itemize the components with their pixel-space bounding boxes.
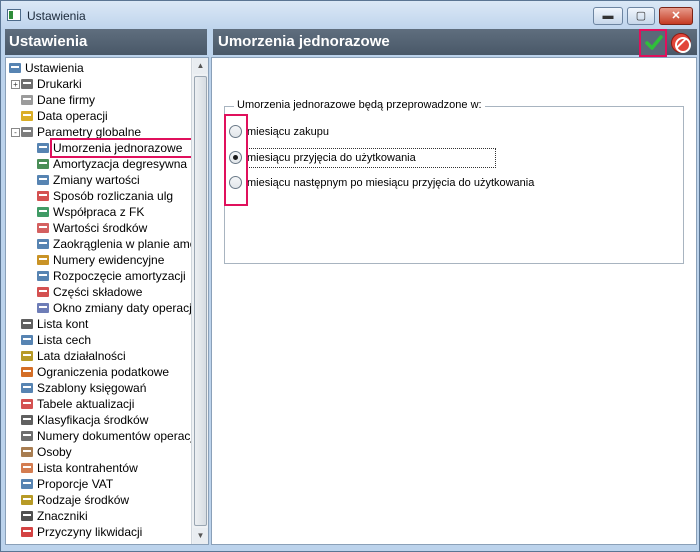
page-title: Umorzenia jednorazowe — [213, 29, 697, 55]
radio-label: miesiącu następnym po miesiącu przyjęcia… — [247, 177, 535, 189]
contractors-icon — [21, 463, 33, 473]
tree-item-label: Wartości środków — [53, 221, 148, 235]
maximize-button[interactable]: ▢ — [627, 7, 655, 25]
years-icon — [21, 351, 33, 361]
calendar-grid-icon — [37, 191, 49, 201]
tree-item-label: Części składowe — [53, 285, 143, 299]
settings-content-panel: Umorzenia jednorazowe będą przeprowadzon… — [211, 57, 697, 545]
tree-item-label: Szablony księgowań — [37, 381, 147, 395]
settings-window: Ustawienia ▬ ▢ ✕ Ustawienia Umorzenia je… — [0, 0, 700, 552]
settings-tree: Ustawienia + Drukarki Dane firmy Data operac… — [5, 57, 209, 545]
update-table-icon — [21, 399, 33, 409]
expand-icon[interactable]: + — [11, 80, 20, 89]
tree-item-label: Data operacji — [37, 109, 108, 123]
tree-panel-header: Ustawienia — [5, 29, 207, 55]
tree-item-label: Osoby — [37, 445, 72, 459]
calendar-icon — [21, 111, 33, 121]
selected-item-highlight — [50, 138, 208, 158]
person-icon — [21, 447, 33, 457]
title-bar[interactable]: Ustawienia ▬ ▢ ✕ — [1, 1, 699, 29]
tax-icon — [21, 367, 33, 377]
list-icon — [21, 319, 33, 329]
tree-item-label: Sposób rozliczania ulg — [53, 189, 174, 203]
chart-change-icon — [37, 175, 49, 185]
tree-item-label: Rodzaje środków — [37, 493, 130, 507]
tools-icon — [9, 63, 21, 73]
calculator-icon — [37, 143, 49, 153]
tag-icon — [21, 335, 33, 345]
parameters-icon — [21, 127, 33, 137]
tree-item-label: Lista cech — [37, 333, 92, 347]
tree-item-label: Zaokrąglenia w planie amor — [53, 237, 201, 251]
tree-item-label: Znaczniki — [37, 509, 88, 523]
groupbox-legend: Umorzenia jednorazowe będą przeprowadzon… — [234, 99, 485, 111]
rounding-icon — [37, 239, 49, 249]
money-icon — [37, 223, 49, 233]
template-icon — [21, 383, 33, 393]
close-button[interactable]: ✕ — [659, 7, 693, 25]
tree-item-label: Zmiany wartości — [53, 173, 140, 187]
classification-icon — [21, 415, 33, 425]
tree-item-label: Dane firmy — [37, 93, 96, 107]
numbering-icon — [37, 255, 49, 265]
scroll-up-arrow-icon[interactable]: ▲ — [193, 58, 208, 74]
window-title: Ustawienia — [27, 9, 86, 23]
tree-item-label: Współpraca z FK — [53, 205, 145, 219]
minimize-button[interactable]: ▬ — [593, 7, 623, 25]
checkmark-icon — [645, 35, 663, 50]
tree-item-label: Przyczyny likwidacji — [37, 525, 143, 539]
tree-scrollbar[interactable]: ▲ ▼ — [191, 58, 208, 544]
cancel-button[interactable] — [671, 33, 691, 53]
fk-icon — [37, 207, 49, 217]
app-icon — [7, 9, 21, 21]
tree-item-label: Proporcje VAT — [37, 477, 114, 491]
radio-group-highlight — [224, 114, 248, 206]
tree-item-label: Amortyzacja degresywna — [53, 157, 188, 171]
tree-item-label: Tabele aktualizacji — [37, 397, 135, 411]
radio-label: miesiącu zakupu — [247, 126, 329, 138]
doc-number-icon — [21, 431, 33, 441]
scrollbar-thumb[interactable] — [194, 76, 207, 526]
tree-item-label: Ograniczenia podatkowe — [37, 365, 170, 379]
confirm-button[interactable] — [639, 29, 667, 57]
liquidation-icon — [21, 527, 33, 537]
tree-item-label: Ustawienia — [25, 61, 84, 75]
tree-item-label: Okno zmiany daty operacji — [53, 301, 195, 315]
document-icon — [21, 95, 33, 105]
flag-icon — [21, 511, 33, 521]
people-icon — [37, 159, 49, 169]
date-change-icon — [37, 303, 49, 313]
radio-label: miesiącu przyjęcia do użytkowania — [247, 152, 416, 164]
vat-icon — [21, 479, 33, 489]
tree-item-label: Rozpoczęcie amortyzacji — [53, 269, 186, 283]
tree-item-label: Numery dokumentów operacji — [37, 429, 196, 443]
bar-chart-icon — [37, 271, 49, 281]
tree-item-label: Drukarki — [37, 77, 82, 91]
tree-item-label: Klasyfikacja środków — [37, 413, 149, 427]
parts-icon — [37, 287, 49, 297]
tree-item-label: Lista kontrahentów — [37, 461, 138, 475]
printer-icon — [21, 79, 33, 89]
asset-types-icon — [21, 495, 33, 505]
scroll-down-arrow-icon[interactable]: ▼ — [193, 528, 208, 544]
tree-item-label: Lista kont — [37, 317, 89, 331]
collapse-icon[interactable]: - — [11, 128, 20, 137]
tree-item-label: Lata działalności — [37, 349, 126, 363]
tree-item-label: Numery ewidencyjne — [53, 253, 165, 267]
